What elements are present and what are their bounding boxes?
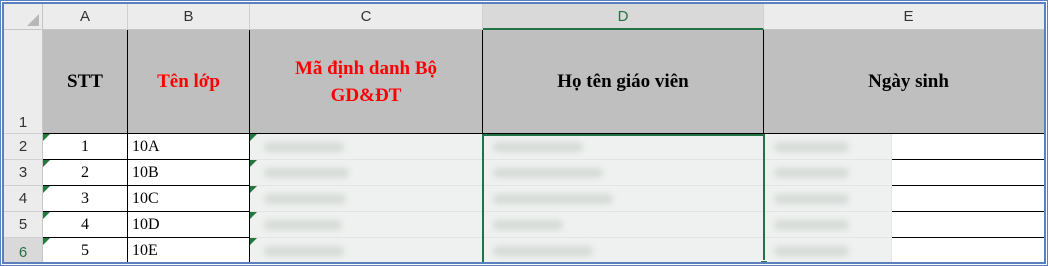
header-cell-class-name[interactable]: Tên lớp <box>128 30 250 134</box>
row-header-5[interactable]: 5 <box>4 212 43 238</box>
row-header-4[interactable]: 4 <box>4 186 43 212</box>
cell-birth-date-redacted[interactable] <box>764 186 892 212</box>
cell-ministry-id-redacted[interactable] <box>250 238 483 262</box>
cell-class-name[interactable]: 10A <box>128 134 250 160</box>
cell-stt-value: 1 <box>81 137 89 155</box>
select-all-corner[interactable] <box>4 4 43 30</box>
cell-class-name[interactable]: 10C <box>128 186 250 212</box>
error-indicator-icon <box>250 238 257 245</box>
cell-stt[interactable]: 3 <box>43 186 128 212</box>
row-header-2[interactable]: 2 <box>4 134 43 160</box>
empty-cell[interactable] <box>892 186 1044 212</box>
error-indicator-icon <box>43 134 50 141</box>
header-cell-ministry-id[interactable]: Mã định danh Bộ GD&ĐT <box>250 30 483 134</box>
select-all-triangle-icon <box>27 14 39 26</box>
cell-class-name[interactable]: 10E <box>128 238 250 262</box>
column-header-e[interactable]: E <box>764 4 1044 30</box>
cell-teacher-name-redacted[interactable] <box>483 212 764 238</box>
cell-birth-date-redacted[interactable] <box>764 212 892 238</box>
cell-ministry-id-redacted[interactable] <box>250 134 483 160</box>
header-cell-stt[interactable]: STT <box>43 30 128 134</box>
header-cell-birth-date[interactable]: Ngày sinh <box>764 30 1044 134</box>
fill-handle[interactable] <box>760 260 768 262</box>
cell-stt-value: 3 <box>81 189 89 207</box>
cell-ministry-id-redacted[interactable] <box>250 212 483 238</box>
column-header-a[interactable]: A <box>43 4 128 30</box>
empty-cell[interactable] <box>892 160 1044 186</box>
error-indicator-icon <box>43 186 50 193</box>
cell-class-name[interactable]: 10D <box>128 212 250 238</box>
empty-cell[interactable] <box>892 238 1044 262</box>
row-header-6[interactable]: 6 <box>4 238 43 262</box>
column-header-d[interactable]: D <box>483 4 764 30</box>
column-header-b[interactable]: B <box>128 4 250 30</box>
cell-stt[interactable]: 5 <box>43 238 128 262</box>
row-header-3[interactable]: 3 <box>4 160 43 186</box>
cell-birth-date-redacted[interactable] <box>764 134 892 160</box>
error-indicator-icon <box>250 160 257 167</box>
cell-stt[interactable]: 2 <box>43 160 128 186</box>
cell-ministry-id-redacted[interactable] <box>250 186 483 212</box>
error-indicator-icon <box>250 212 257 219</box>
cell-birth-date-redacted[interactable] <box>764 238 892 262</box>
cell-teacher-name-redacted[interactable] <box>483 160 764 186</box>
cell-birth-date-redacted[interactable] <box>764 160 892 186</box>
cell-teacher-name-redacted[interactable] <box>483 134 764 160</box>
screenshot-frame: A B C D E 1 2 3 4 5 6 STT Tên lớp Mã địn… <box>0 0 1048 266</box>
cell-teacher-name-redacted[interactable] <box>483 238 764 262</box>
error-indicator-icon <box>250 186 257 193</box>
header-cell-teacher-name[interactable]: Họ tên giáo viên <box>483 30 764 134</box>
cell-class-name[interactable]: 10B <box>128 160 250 186</box>
row-header-1[interactable]: 1 <box>4 30 43 134</box>
cell-stt-value: 5 <box>81 241 89 259</box>
cell-stt[interactable]: 4 <box>43 212 128 238</box>
cell-stt[interactable]: 1 <box>43 134 128 160</box>
error-indicator-icon <box>43 238 50 245</box>
cell-stt-value: 4 <box>81 215 89 233</box>
cell-ministry-id-redacted[interactable] <box>250 160 483 186</box>
cell-teacher-name-redacted[interactable] <box>483 186 764 212</box>
error-indicator-icon <box>43 212 50 219</box>
error-indicator-icon <box>43 160 50 167</box>
error-indicator-icon <box>250 134 257 141</box>
empty-cell[interactable] <box>892 134 1044 160</box>
cell-stt-value: 2 <box>81 163 89 181</box>
column-header-c[interactable]: C <box>250 4 483 30</box>
spreadsheet-viewport: A B C D E 1 2 3 4 5 6 STT Tên lớp Mã địn… <box>2 2 1046 264</box>
empty-cell[interactable] <box>892 212 1044 238</box>
